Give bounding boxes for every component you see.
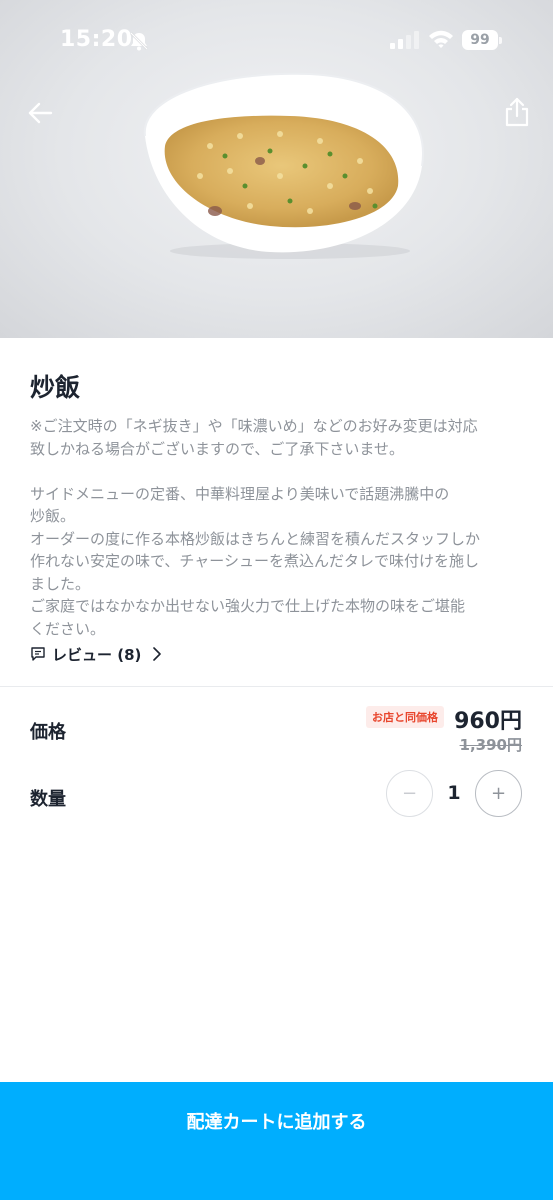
wifi-icon <box>429 30 453 48</box>
product-title: 炒飯 <box>30 373 81 402</box>
increase-quantity-button[interactable]: + <box>475 770 522 817</box>
product-description: ※ご注文時の「ネギ抜き」や「味濃いめ」などのお好み変更は対応 致しかねる場合がご… <box>30 417 481 638</box>
battery-cap <box>499 37 502 44</box>
bell-slash-icon <box>130 32 148 51</box>
price-label: 価格 <box>30 722 66 743</box>
quantity-value: 1 <box>447 782 461 804</box>
signal-icon <box>390 31 419 49</box>
battery-level: 99 <box>462 30 498 50</box>
battery-icon: 99 <box>462 30 502 50</box>
minus-icon: − <box>401 783 418 804</box>
comment-icon <box>31 647 45 661</box>
product-image: 15:20 99 <box>0 0 553 338</box>
arrow-left-icon[interactable] <box>26 98 56 128</box>
add-to-cart-button[interactable]: 配達カートに追加する <box>0 1082 553 1200</box>
quantity-label: 数量 <box>30 789 66 810</box>
original-price: 1,390円 <box>459 736 522 754</box>
same-price-badge: お店と同価格 <box>366 706 444 728</box>
reviews-link[interactable]: レビュー (8) <box>30 642 163 666</box>
status-bar: 15:20 99 <box>0 0 553 80</box>
reviews-label: レビュー (8) <box>52 645 142 664</box>
plus-icon: + <box>490 783 507 804</box>
share-icon[interactable] <box>502 96 532 128</box>
divider <box>0 686 553 687</box>
status-time: 15:20 <box>60 27 133 52</box>
decrease-quantity-button[interactable]: − <box>386 770 433 817</box>
fried-rice-image <box>143 72 424 259</box>
add-to-cart-label: 配達カートに追加する <box>186 1112 367 1133</box>
chevron-right-icon <box>153 647 162 661</box>
current-price: 960円 <box>454 709 522 734</box>
